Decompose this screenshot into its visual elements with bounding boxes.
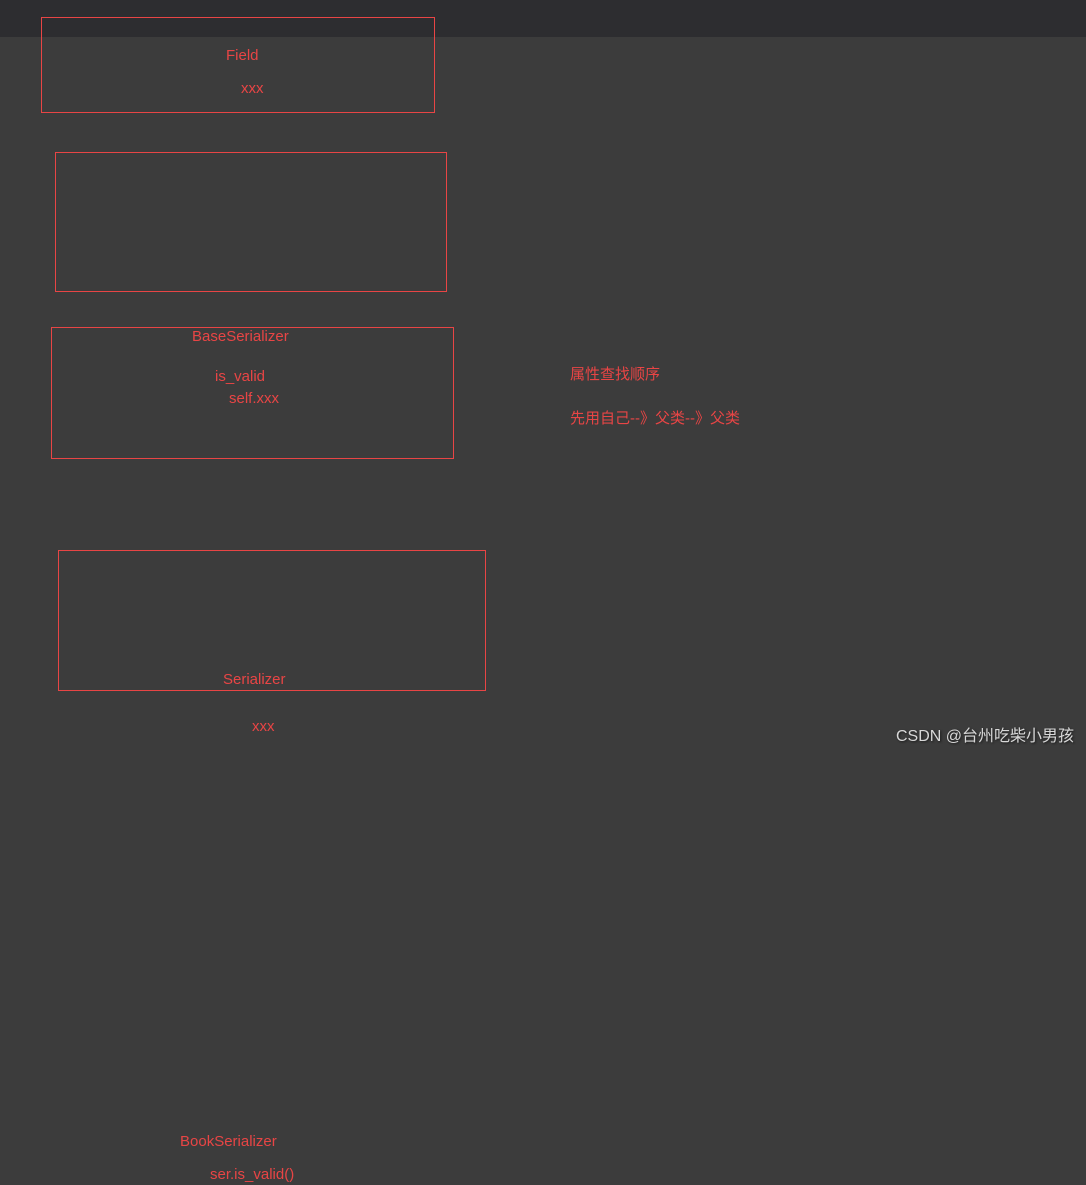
field-body: xxx xyxy=(241,78,264,99)
serializer-body: xxx xyxy=(252,716,275,737)
watermark: CSDN @台州吃柴小男孩 xyxy=(896,722,1074,746)
book-serializer-title: BookSerializer xyxy=(180,1131,277,1152)
field-title: Field xyxy=(226,45,259,66)
book-serializer-line1: ser.is_valid() xyxy=(210,1164,294,1185)
box-base-serializer: BaseSerializer is_valid self.xxx xyxy=(55,152,447,292)
box-field: Field xxx xyxy=(41,17,435,113)
side-note-body: 先用自己--》父类--》父类 xyxy=(570,408,740,431)
side-note-header: 属性查找顺序 xyxy=(570,364,660,387)
box-book-serializer: BookSerializer ser.is_valid() xyxy=(58,550,486,691)
box-serializer: Serializer xxx xyxy=(51,327,454,459)
